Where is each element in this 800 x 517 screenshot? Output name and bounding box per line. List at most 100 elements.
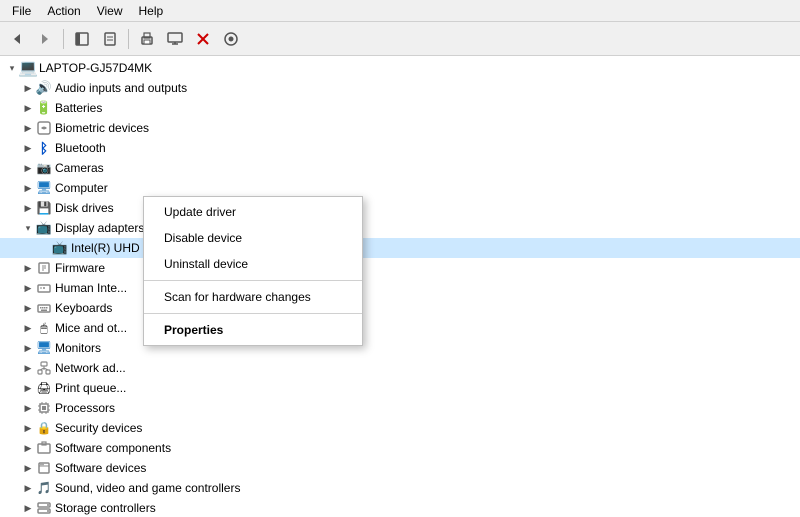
expand-bluetooth[interactable]: ▶ xyxy=(20,140,36,156)
icon-monitors: 🖥 xyxy=(36,340,52,356)
expand-audio[interactable]: ▶ xyxy=(20,80,36,96)
expand-human[interactable]: ▶ xyxy=(20,280,36,296)
tree-item-bluetooth[interactable]: ▶ ᛒ Bluetooth xyxy=(0,138,800,158)
expand-cameras[interactable]: ▶ xyxy=(20,160,36,176)
tree-item-audio[interactable]: ▶ 🔊 Audio inputs and outputs xyxy=(0,78,800,98)
expand-monitors[interactable]: ▶ xyxy=(20,340,36,356)
label-batteries: Batteries xyxy=(55,101,102,115)
icon-softwarecomp xyxy=(36,440,52,456)
expand-disk[interactable]: ▶ xyxy=(20,200,36,216)
expand-softwarecomp[interactable]: ▶ xyxy=(20,440,36,456)
expand-network[interactable]: ▶ xyxy=(20,360,36,376)
label-computer: Computer xyxy=(55,181,108,195)
label-print: Print queue... xyxy=(55,381,126,395)
label-sound: Sound, video and game controllers xyxy=(55,481,240,495)
delete-button[interactable] xyxy=(190,26,216,52)
expand-mice[interactable]: ▶ xyxy=(20,320,36,336)
icon-bluetooth: ᛒ xyxy=(36,140,52,156)
tree-item-softwaredev[interactable]: ▶ Software devices xyxy=(0,458,800,478)
expand-storage[interactable]: ▶ xyxy=(20,500,36,516)
expand-computer[interactable]: ▶ xyxy=(20,180,36,196)
icon-disk: 💾 xyxy=(36,200,52,216)
label-keyboards: Keyboards xyxy=(55,301,112,315)
label-biometric: Biometric devices xyxy=(55,121,149,135)
tree-item-batteries[interactable]: ▶ 🔋 Batteries xyxy=(0,98,800,118)
icon-cameras: 📷 xyxy=(36,160,52,176)
icon-display: 📺 xyxy=(36,220,52,236)
expand-firmware[interactable]: ▶ xyxy=(20,260,36,276)
expand-intel: ▶ xyxy=(36,240,52,256)
expand-sound[interactable]: ▶ xyxy=(20,480,36,496)
label-cameras: Cameras xyxy=(55,161,104,175)
forward-button[interactable] xyxy=(32,26,58,52)
expand-keyboards[interactable]: ▶ xyxy=(20,300,36,316)
context-menu-properties[interactable]: Properties xyxy=(144,317,362,343)
context-menu-update-driver[interactable]: Update driver xyxy=(144,199,362,225)
context-menu-disable-device[interactable]: Disable device xyxy=(144,225,362,251)
tree-item-keyboards[interactable]: ▶ Keyboards xyxy=(0,298,800,318)
icon-laptop: 💻 xyxy=(20,60,36,76)
menu-help[interactable]: Help xyxy=(131,2,172,20)
tree-item-firmware[interactable]: ▶ Firmware xyxy=(0,258,800,278)
menu-file[interactable]: File xyxy=(4,2,39,20)
context-menu-sep-1 xyxy=(144,280,362,281)
label-firmware: Firmware xyxy=(55,261,105,275)
expand-print[interactable]: ▶ xyxy=(20,380,36,396)
label-display: Display adapters xyxy=(55,221,144,235)
toolbar-separator-2 xyxy=(128,29,129,49)
tree-item-processors[interactable]: ▶ Processors xyxy=(0,398,800,418)
back-button[interactable] xyxy=(4,26,30,52)
expand-processors[interactable]: ▶ xyxy=(20,400,36,416)
expand-security[interactable]: ▶ xyxy=(20,420,36,436)
icon-firmware xyxy=(36,260,52,276)
menu-view[interactable]: View xyxy=(89,2,131,20)
tree-item-sound[interactable]: ▶ 🎵 Sound, video and game controllers xyxy=(0,478,800,498)
showhide-button[interactable] xyxy=(69,26,95,52)
context-menu-scan-hardware[interactable]: Scan for hardware changes xyxy=(144,284,362,310)
icon-computer: 🖥 xyxy=(36,180,52,196)
menu-action[interactable]: Action xyxy=(39,2,88,20)
computer-button[interactable] xyxy=(162,26,188,52)
tree-item-human[interactable]: ▶ Human Inte... xyxy=(0,278,800,298)
toolbar-separator-1 xyxy=(63,29,64,49)
update-button[interactable] xyxy=(218,26,244,52)
label-network: Network ad... xyxy=(55,361,126,375)
tree-item-root[interactable]: ▾ 💻 LAPTOP-GJ57D4MK xyxy=(0,58,800,78)
context-menu-uninstall-device[interactable]: Uninstall device xyxy=(144,251,362,277)
tree-item-intel[interactable]: ▶ 📺 Intel(R) UHD Graphics xyxy=(0,238,800,258)
icon-network xyxy=(36,360,52,376)
label-storage: Storage controllers xyxy=(55,501,156,515)
tree-item-display[interactable]: ▾ 📺 Display adapters xyxy=(0,218,800,238)
tree-item-cameras[interactable]: ▶ 📷 Cameras xyxy=(0,158,800,178)
tree-item-print[interactable]: ▶ 🖨 Print queue... xyxy=(0,378,800,398)
tree-item-storage[interactable]: ▶ Storage controllers xyxy=(0,498,800,517)
icon-print: 🖨 xyxy=(36,380,52,396)
tree-item-disk[interactable]: ▶ 💾 Disk drives xyxy=(0,198,800,218)
expand-softwaredev[interactable]: ▶ xyxy=(20,460,36,476)
label-softwaredev: Software devices xyxy=(55,461,146,475)
icon-mice: 🖱 xyxy=(36,320,52,336)
expand-biometric[interactable]: ▶ xyxy=(20,120,36,136)
tree-item-monitors[interactable]: ▶ 🖥 Monitors xyxy=(0,338,800,358)
tree-item-security[interactable]: ▶ 🔒 Security devices xyxy=(0,418,800,438)
context-menu-sep-2 xyxy=(144,313,362,314)
icon-human xyxy=(36,280,52,296)
tree-item-network[interactable]: ▶ Network ad... xyxy=(0,358,800,378)
expand-batteries[interactable]: ▶ xyxy=(20,100,36,116)
expand-display[interactable]: ▾ xyxy=(20,220,36,236)
icon-storage xyxy=(36,500,52,516)
label-monitors: Monitors xyxy=(55,341,101,355)
print-button[interactable] xyxy=(134,26,160,52)
icon-processors xyxy=(36,400,52,416)
menu-bar: File Action View Help xyxy=(0,0,800,22)
properties-button[interactable] xyxy=(97,26,123,52)
tree-item-computer[interactable]: ▶ 🖥 Computer xyxy=(0,178,800,198)
label-processors: Processors xyxy=(55,401,115,415)
tree-panel[interactable]: ▾ 💻 LAPTOP-GJ57D4MK ▶ 🔊 Audio inputs and… xyxy=(0,56,800,517)
tree-item-softwarecomp[interactable]: ▶ Software components xyxy=(0,438,800,458)
icon-security: 🔒 xyxy=(36,420,52,436)
icon-intel: 📺 xyxy=(52,240,68,256)
icon-batteries: 🔋 xyxy=(36,100,52,116)
tree-item-biometric[interactable]: ▶ Biometric devices xyxy=(0,118,800,138)
tree-item-mice[interactable]: ▶ 🖱 Mice and ot... xyxy=(0,318,800,338)
